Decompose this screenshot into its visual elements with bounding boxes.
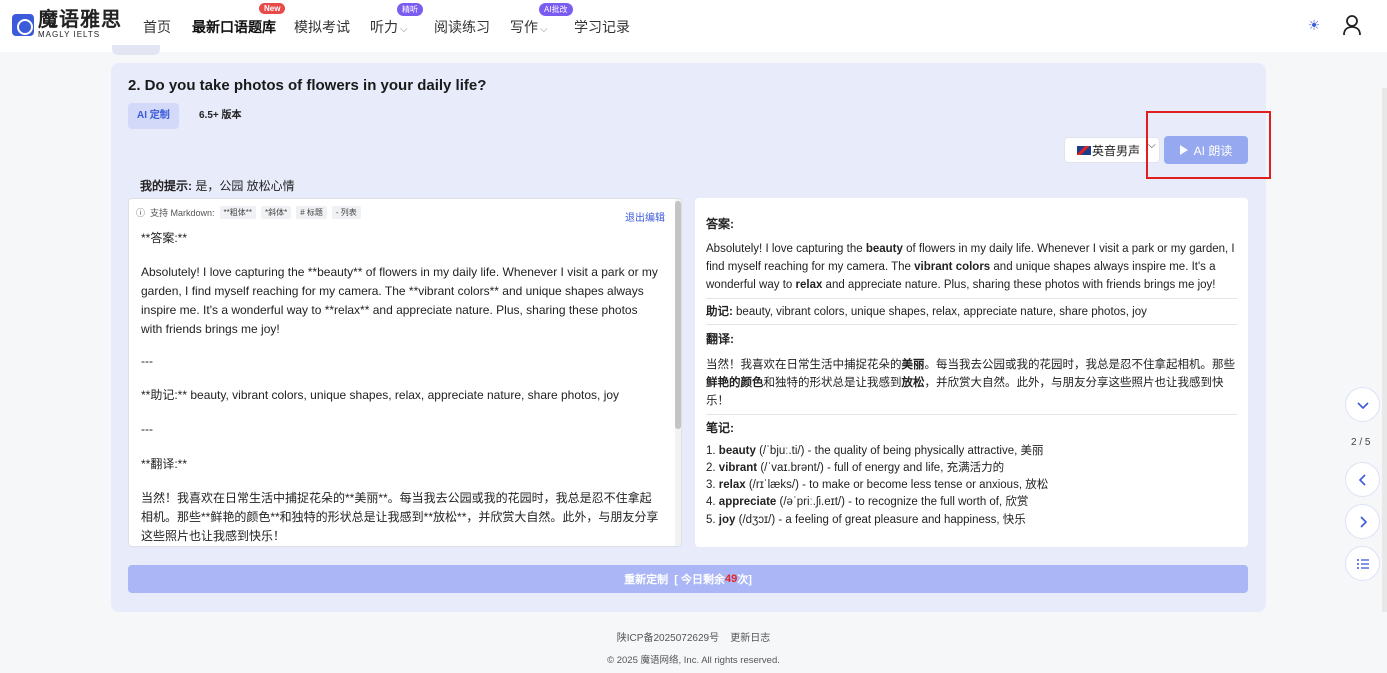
- tab-ai-custom[interactable]: AI 定制: [128, 103, 179, 129]
- divider: [706, 324, 1237, 325]
- preview-answer: Absolutely! I love capturing the beauty …: [706, 243, 1235, 291]
- note-item: 1. beauty (/ˈbjuː.ti/) - the quality of …: [706, 445, 1044, 457]
- editor-line: ---: [141, 354, 153, 368]
- regenerate-button[interactable]: 重新定制 [ 今日剩余 49 次]: [128, 565, 1248, 593]
- nav-speaking-bank[interactable]: 最新口语题库 New: [192, 3, 286, 37]
- md-tag-italic: *斜体*: [261, 206, 292, 219]
- collapse-button[interactable]: [1345, 387, 1380, 422]
- markdown-editor[interactable]: ⓘ 支持 Markdown: **粗体** *斜体* # 标题 - 列表 退出编辑…: [128, 198, 682, 547]
- divider: [706, 298, 1237, 299]
- note-item: 2. vibrant (/ˈvaɪ.brənt/) - full of ener…: [706, 462, 1005, 474]
- chevron-down-icon: ⌵: [540, 24, 548, 35]
- next-question-button[interactable]: [1345, 504, 1380, 539]
- logo-en: MAGLY IELTS: [38, 30, 101, 39]
- md-tag-list: - 列表: [331, 206, 361, 219]
- footer-links: 陕ICP备2025072629号 更新日志: [0, 629, 1387, 644]
- note-item: 3. relax (/rɪˈlæks/) - to make or become…: [706, 479, 1049, 491]
- chevron-right-icon: [1359, 515, 1367, 528]
- editor-scrollbar-thumb[interactable]: [675, 201, 681, 429]
- list-icon: [1356, 558, 1369, 569]
- prev-question-button[interactable]: [1345, 462, 1380, 497]
- copyright: © 2025 魔语网络, Inc. All rights reserved.: [607, 655, 780, 666]
- question-title: 2. Do you take photos of flowers in your…: [128, 77, 487, 94]
- divider: [706, 414, 1237, 415]
- hint-value: 是，公园 放松心情: [195, 179, 295, 193]
- new-badge: New: [259, 3, 286, 14]
- top-nav: 魔语雅思 MAGLY IELTS 首页 最新口语题库 New 模拟考试 听力 ⌵ …: [0, 0, 1387, 52]
- logo-cn: 魔语雅思: [38, 9, 122, 31]
- hint-line: 我的提示: 是，公园 放松心情: [140, 177, 295, 194]
- markdown-preview: 答案: Absolutely! I love capturing the bea…: [695, 198, 1248, 547]
- nav-mock-exam[interactable]: 模拟考试: [294, 17, 350, 37]
- nav-writing[interactable]: 写作 ⌵ AI批改: [510, 3, 573, 37]
- logo-icon: [12, 13, 34, 36]
- chevron-down-icon: ⌵: [400, 24, 408, 35]
- voice-selected: 英音男声: [1092, 143, 1141, 158]
- chevron-down-icon: [1356, 401, 1369, 409]
- preview-notes-heading: 笔记:: [706, 421, 734, 435]
- page-scrollbar[interactable]: [1382, 88, 1387, 612]
- editor-line: ---: [141, 422, 153, 436]
- tab-stub: [112, 45, 160, 55]
- nav-listening[interactable]: 听力 ⌵ 精听: [370, 3, 423, 37]
- nav-reading[interactable]: 阅读练习: [434, 17, 490, 37]
- page-indicator: 2 / 5: [1351, 437, 1371, 448]
- listening-badge: 精听: [397, 3, 423, 16]
- writing-badge: AI批改: [539, 3, 573, 16]
- nav-home[interactable]: 首页: [143, 17, 171, 37]
- tab-version-65[interactable]: 6.5+ 版本: [190, 103, 251, 129]
- editor-line: **答案:**: [141, 231, 188, 245]
- question-list-button[interactable]: [1345, 546, 1380, 581]
- highlight-box: [1146, 111, 1271, 179]
- info-icon: ⓘ: [136, 208, 146, 218]
- icp-link[interactable]: 陕ICP备2025072629号: [617, 633, 719, 644]
- logo[interactable]: 魔语雅思 MAGLY IELTS: [12, 10, 122, 39]
- editor-line: Absolutely! I love capturing the **beaut…: [141, 265, 658, 336]
- md-tag-bold: **粗体**: [219, 206, 256, 219]
- nav-records[interactable]: 学习记录: [574, 17, 630, 37]
- chevron-left-icon: [1358, 473, 1366, 486]
- remaining-count: 49: [724, 573, 738, 585]
- editor-line: **助记:** beauty, vibrant colors, unique s…: [141, 388, 620, 402]
- sun-icon[interactable]: ☀: [1306, 17, 1322, 33]
- preview-translation: 当然！我喜欢在日常生活中捕捉花朵的美丽。每当我去公园或我的花园时，我总是忍不住拿…: [706, 359, 1235, 407]
- preview-translation-heading: 翻译:: [706, 332, 734, 346]
- preview-answer-heading: 答案:: [706, 217, 734, 231]
- editor-line: 当然！我喜欢在日常生活中捕捉花朵的**美丽**。每当我去公园或我的花园时，我总是…: [141, 491, 659, 543]
- user-icon[interactable]: [1343, 14, 1363, 36]
- markdown-hint: ⓘ 支持 Markdown: **粗体** *斜体* # 标题 - 列表: [136, 206, 361, 219]
- exit-edit-link[interactable]: 退出编辑: [625, 209, 665, 224]
- note-item: 5. joy (/dʒɔɪ/) - a feeling of great ple…: [706, 514, 1026, 526]
- editor-line: **翻译:**: [141, 457, 188, 471]
- md-tag-heading: # 标题: [296, 206, 327, 219]
- hint-label: 我的提示:: [140, 179, 192, 193]
- changelog-link[interactable]: 更新日志: [730, 633, 770, 644]
- preview-mnemonic: 助记: beauty, vibrant colors, unique shape…: [706, 306, 1147, 318]
- flag-uk-icon: [1077, 145, 1091, 155]
- note-item: 4. appreciate (/əˈpriː.ʃi.eɪt/) - to rec…: [706, 496, 1029, 508]
